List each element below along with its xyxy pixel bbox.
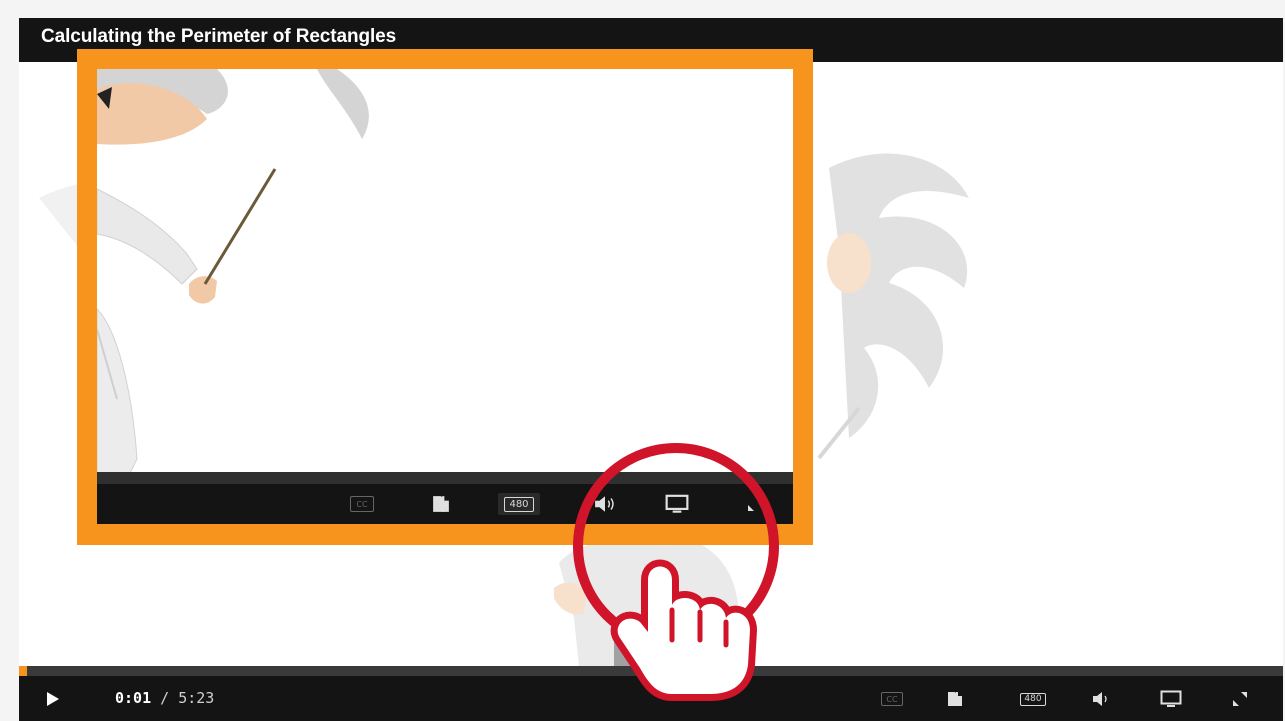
inset-illustration	[97, 69, 369, 480]
progress-bar[interactable]	[19, 666, 1283, 676]
time-separator: /	[151, 689, 179, 707]
volume-button[interactable]	[1090, 689, 1114, 709]
fullscreen-icon	[1233, 692, 1247, 706]
transcript-icon	[948, 692, 962, 706]
inset-closed-captions-button: CC	[348, 494, 376, 514]
inset-volume-button	[593, 493, 617, 515]
transcript-icon	[433, 496, 449, 512]
screen-button[interactable]	[1158, 689, 1184, 709]
control-bar: 0:01 / 5:23 CC 480	[19, 676, 1283, 721]
quality-button[interactable]: 480	[1015, 690, 1051, 708]
screen-icon	[1160, 690, 1182, 707]
play-button[interactable]	[41, 689, 65, 709]
zoom-inset-content: CC 480	[97, 69, 793, 524]
closed-captions-icon: CC	[881, 692, 903, 706]
quality-icon: 480	[1020, 692, 1046, 706]
zoom-inset: CC 480	[77, 49, 813, 545]
transcript-button[interactable]	[945, 689, 965, 709]
inset-quality-button: 480	[498, 493, 540, 515]
play-icon	[47, 692, 59, 706]
time-display: 0:01 / 5:23	[115, 689, 214, 707]
closed-captions-icon: CC	[350, 496, 374, 512]
volume-icon	[1093, 692, 1107, 706]
inset-progress-bar	[97, 472, 793, 484]
screen-icon	[665, 494, 689, 513]
current-time: 0:01	[115, 689, 152, 707]
closed-captions-button[interactable]: CC	[879, 690, 905, 708]
fullscreen-icon	[748, 497, 762, 511]
inset-screen-button	[663, 492, 691, 516]
progress-fill	[19, 666, 27, 676]
inset-control-bar: CC 480	[97, 484, 793, 524]
duration: 5:23	[178, 689, 215, 707]
quality-icon: 480	[504, 496, 534, 512]
inset-fullscreen-button	[745, 494, 765, 514]
volume-icon	[595, 496, 614, 512]
fullscreen-button[interactable]	[1229, 689, 1251, 709]
inset-transcript-button	[430, 493, 452, 515]
video-title: Calculating the Perimeter of Rectangles	[41, 26, 397, 47]
